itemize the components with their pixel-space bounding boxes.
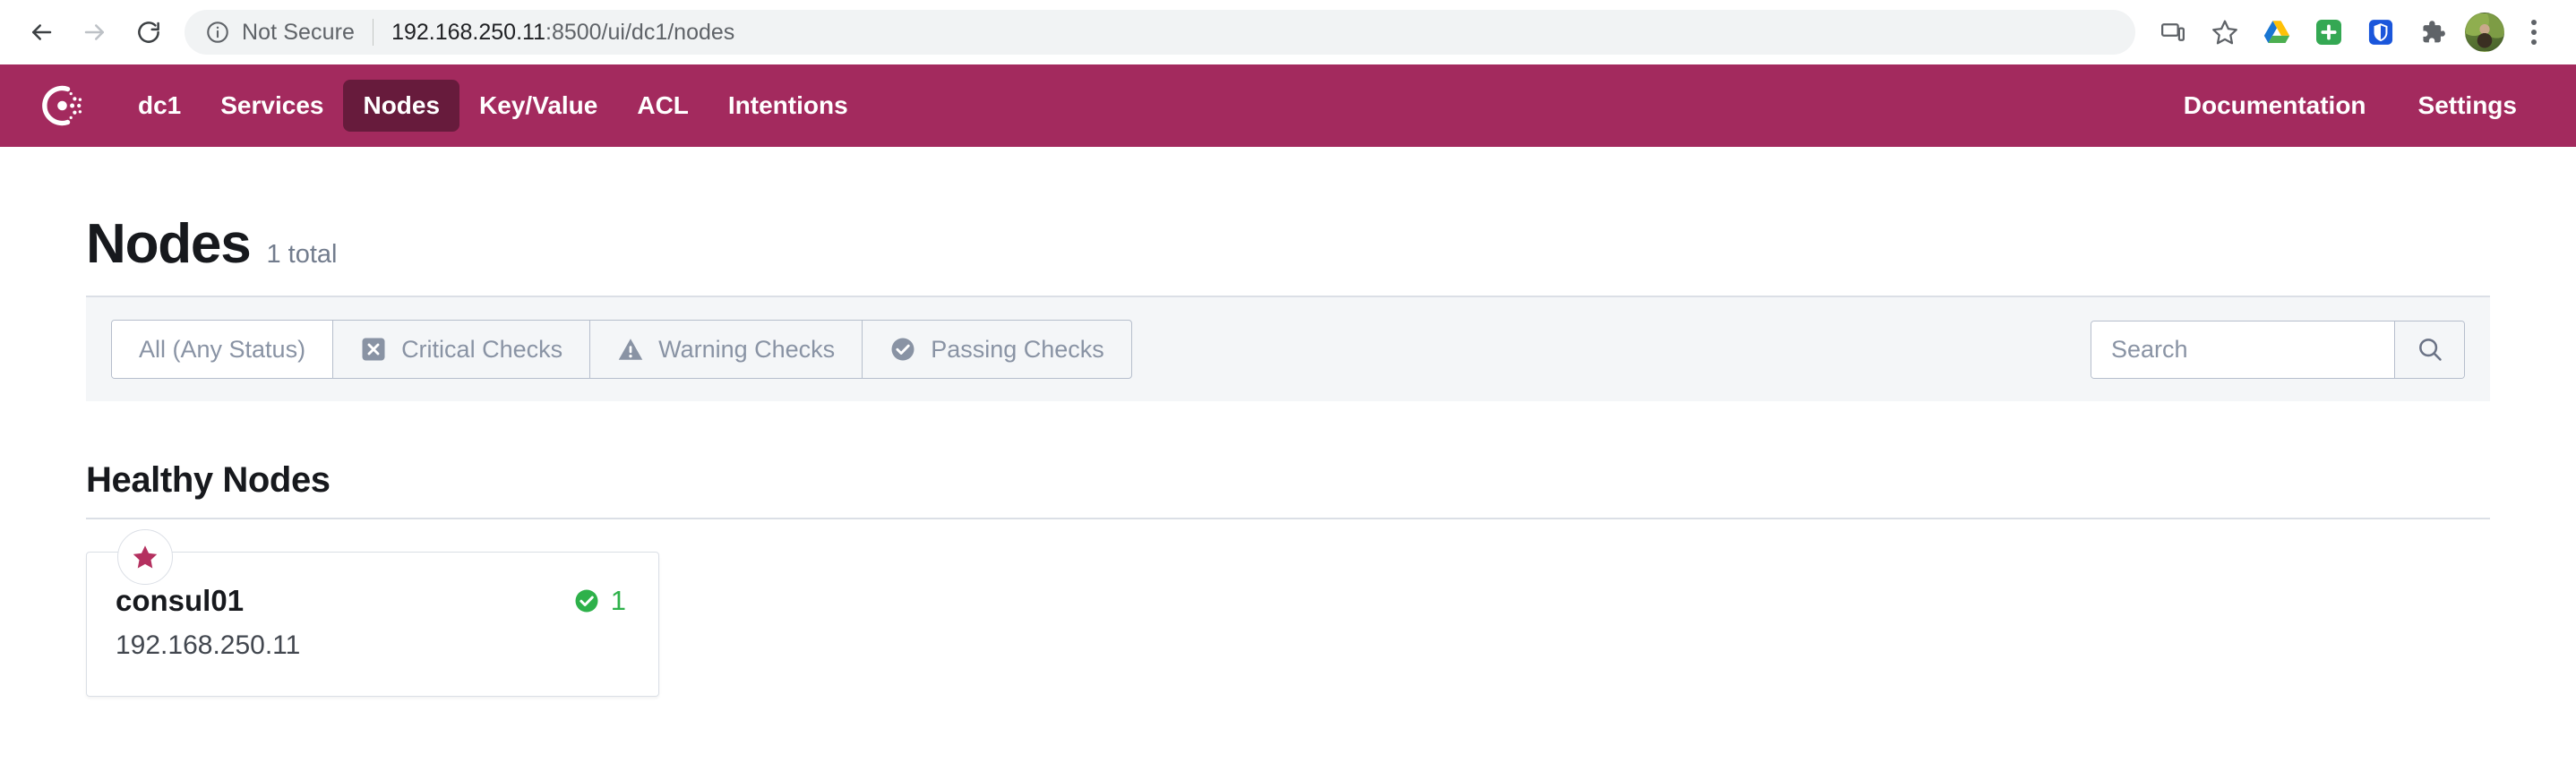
profile-avatar (2465, 13, 2504, 52)
nav-primary-links: dc1 Services Nodes Key/Value ACL Intenti… (118, 80, 868, 132)
back-button[interactable] (16, 7, 66, 57)
nav-item-acl[interactable]: ACL (617, 80, 708, 132)
page-header-area: Nodes 1 total (0, 147, 2576, 296)
search-input[interactable] (2091, 321, 2394, 378)
page-title-row: Nodes 1 total (86, 147, 2490, 296)
kebab-dot-3 (2531, 39, 2537, 45)
url-path: :8500/ui/dc1/nodes (545, 19, 735, 45)
info-circle-icon (204, 19, 231, 46)
browser-chrome: Not Secure 192.168.250.11:8500/ui/dc1/no… (0, 0, 2576, 64)
kebab-dot-1 (2531, 20, 2537, 25)
filter-all-any-status[interactable]: All (Any Status) (112, 321, 334, 379)
browser-menu-button[interactable] (2513, 9, 2555, 56)
password-manager-button[interactable] (2357, 9, 2404, 56)
node-card-row: consul01 192.168.250.11 1 (116, 583, 626, 662)
nav-item-dc1[interactable]: dc1 (118, 80, 201, 132)
node-card-consul01[interactable]: consul01 192.168.250.11 1 (86, 529, 659, 697)
filter-all-label: All (Any Status) (139, 336, 306, 363)
filter-passing-label: Passing Checks (931, 336, 1104, 363)
nav-item-intentions[interactable]: Intentions (708, 80, 868, 132)
url-host: 192.168.250.11 (391, 19, 545, 45)
green-plus-extension-button[interactable] (2306, 9, 2352, 56)
google-drive-icon (2263, 21, 2290, 44)
google-drive-button[interactable] (2254, 9, 2300, 56)
consul-logo-icon (42, 85, 82, 126)
address-bar[interactable]: Not Secure 192.168.250.11:8500/ui/dc1/no… (185, 10, 2135, 55)
filter-warning-checks[interactable]: Warning Checks (590, 321, 863, 379)
nav-item-services[interactable]: Services (201, 80, 343, 132)
site-security-chip[interactable]: Not Secure (204, 19, 355, 46)
browser-nav-buttons (16, 7, 174, 57)
search-icon (2418, 339, 2442, 361)
passing-check-icon (891, 338, 914, 361)
reload-icon (138, 21, 159, 43)
search-submit-button[interactable] (2394, 321, 2464, 378)
filter-passing-checks[interactable]: Passing Checks (863, 321, 1131, 378)
critical-x-icon (362, 338, 385, 361)
node-health-count: 1 (610, 585, 626, 617)
status-filter-group: All (Any Status) Critical Checks Warning… (111, 320, 1132, 380)
section-title-healthy-nodes: Healthy Nodes (86, 460, 331, 501)
consul-top-nav: dc1 Services Nodes Key/Value ACL Intenti… (0, 64, 2576, 147)
node-name: consul01 (116, 584, 245, 618)
cast-icon (2161, 23, 2185, 41)
search-area (2091, 320, 2465, 379)
node-list: consul01 192.168.250.11 1 (86, 519, 2490, 697)
omnibox-divider (373, 19, 374, 46)
puzzle-extensions-icon (2423, 21, 2445, 43)
arrow-left-icon (32, 24, 52, 40)
profile-button[interactable] (2461, 9, 2508, 56)
nav-item-key-value[interactable]: Key/Value (459, 80, 617, 132)
page-title: Nodes (86, 213, 252, 275)
bookmark-button[interactable] (2202, 9, 2248, 56)
nav-item-documentation[interactable]: Documentation (2164, 80, 2386, 132)
filter-critical-label: Critical Checks (401, 336, 563, 363)
reload-button[interactable] (124, 7, 174, 57)
kebab-dot-2 (2531, 30, 2537, 35)
star-icon (133, 545, 158, 569)
consul-logo[interactable] (38, 81, 88, 131)
green-plus-extension-icon (2316, 20, 2341, 45)
healthy-nodes-section: Healthy Nodes consul01 192.168.250.11 1 (0, 401, 2576, 697)
browser-toolbar-actions (2150, 9, 2555, 56)
nav-item-settings[interactable]: Settings (2399, 80, 2537, 132)
star-bookmark-icon (2212, 20, 2237, 45)
page-total-count: 1 total (266, 240, 338, 269)
forward-button[interactable] (70, 7, 120, 57)
node-health-status: 1 (573, 583, 626, 614)
filter-bar-wrapper: All (Any Status) Critical Checks Warning… (0, 296, 2576, 402)
nav-item-nodes[interactable]: Nodes (343, 80, 460, 132)
security-label: Not Secure (242, 19, 356, 45)
filter-bar: All (Any Status) Critical Checks Warning… (86, 296, 2490, 402)
url-text: 192.168.250.11:8500/ui/dc1/nodes (391, 20, 734, 46)
node-address: 192.168.250.11 (116, 630, 301, 660)
filter-critical-checks[interactable]: Critical Checks (333, 321, 591, 379)
nav-secondary-links: Documentation Settings (2164, 80, 2537, 132)
leader-badge (117, 529, 173, 586)
cast-button[interactable] (2150, 9, 2196, 56)
filter-warning-label: Warning Checks (658, 336, 836, 363)
warning-triangle-icon (618, 339, 643, 360)
node-identity: consul01 192.168.250.11 (116, 583, 300, 662)
passing-check-green-icon (575, 589, 598, 613)
extensions-button[interactable] (2409, 9, 2456, 56)
shield-password-icon (2368, 20, 2393, 45)
arrow-right-icon (84, 24, 104, 40)
